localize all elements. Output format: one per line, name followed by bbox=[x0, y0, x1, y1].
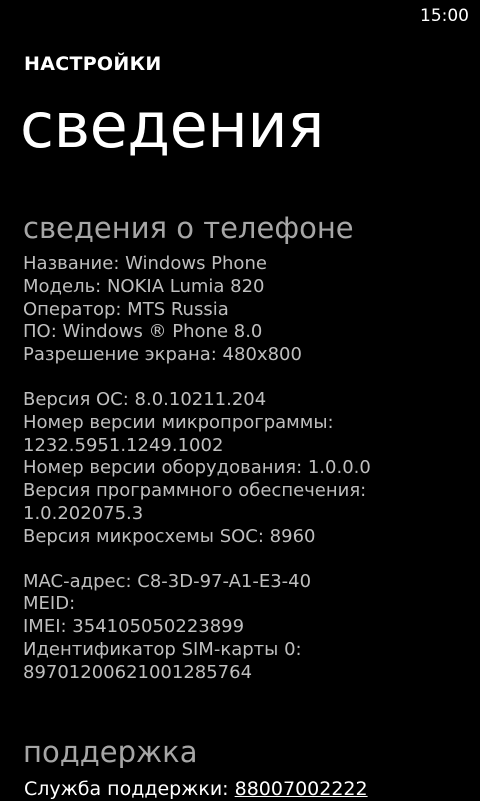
info-line-operator: Оператор: MTS Russia bbox=[23, 298, 229, 320]
info-line-sim-id-label: Идентификатор SIM-карты 0: bbox=[23, 638, 302, 660]
info-line-name: Название: Windows Phone bbox=[23, 253, 267, 274]
info-line-model: Модель: NOKIA Lumia 820 bbox=[23, 275, 265, 297]
info-line-mac-address: MAC-адрес: C8-3D-97-A1-E3-40 bbox=[23, 570, 312, 592]
info-line-hardware-version: Номер версии оборудования: 1.0.0.0 bbox=[23, 457, 371, 479]
info-line-software-version-label: Версия программного обеспечения: bbox=[23, 480, 367, 502]
info-group-identifiers: MAC-адрес: C8-3D-97-A1-E3-40 MEID: IMEI:… bbox=[23, 571, 463, 685]
info-line-firmware-value: 1232.5951.1249.1002 bbox=[23, 434, 224, 456]
info-group-versions: Версия ОС: 8.0.10211.204 Номер версии ми… bbox=[23, 389, 463, 549]
support-line: Служба поддержки: 88007002222 bbox=[24, 777, 368, 801]
info-line-software: ПО: Windows ® Phone 8.0 bbox=[23, 321, 263, 343]
phone-info-list: Название: Windows Phone Модель: NOKIA Lu… bbox=[23, 253, 463, 707]
app-title: НАСТРОЙКИ bbox=[24, 53, 162, 75]
support-label: Служба поддержки: bbox=[24, 778, 235, 800]
info-line-meid: MEID: bbox=[23, 593, 76, 615]
info-line-imei: IMEI: 354105050223899 bbox=[23, 616, 245, 638]
info-line-resolution: Разрешение экрана: 480x800 bbox=[23, 344, 302, 366]
status-bar: 15:00 bbox=[0, 0, 480, 32]
support-phone-link[interactable]: 88007002222 bbox=[235, 778, 368, 800]
page-title: сведения bbox=[20, 89, 324, 162]
section-header-phone-info: сведения о телефоне bbox=[23, 211, 354, 245]
clock: 15:00 bbox=[420, 6, 469, 26]
info-line-firmware-label: Номер версии микропрограммы: bbox=[23, 411, 334, 433]
info-line-os-version: Версия ОС: 8.0.10211.204 bbox=[23, 388, 267, 410]
section-header-support: поддержка bbox=[23, 735, 198, 769]
info-line-software-version-value: 1.0.202075.3 bbox=[23, 502, 144, 524]
info-line-sim-id-value: 89701200621001285764 bbox=[23, 661, 253, 683]
info-group-general: Название: Windows Phone Модель: NOKIA Lu… bbox=[23, 253, 463, 367]
info-line-soc-version: Версия микросхемы SOC: 8960 bbox=[23, 525, 316, 547]
